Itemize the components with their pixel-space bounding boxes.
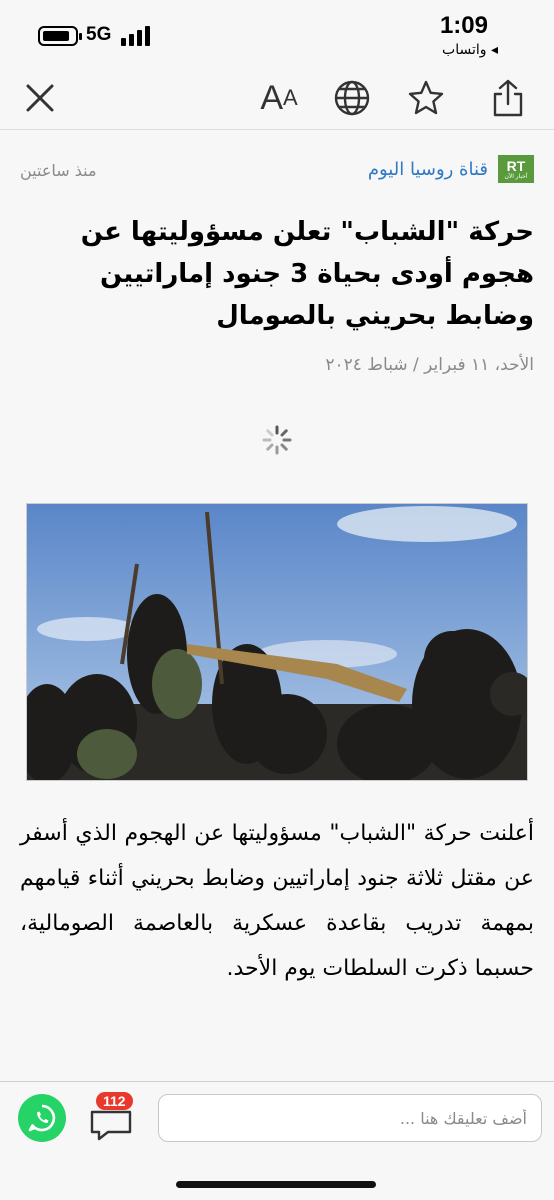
translate-button[interactable] [330, 78, 374, 118]
article-body: أعلنت حركة "الشباب" مسؤوليتها عن الهجوم … [20, 821, 534, 981]
article-toolbar: AA [0, 66, 554, 130]
publish-date: الأحد، ١١ فبراير / شباط ٢٠٢٤ [325, 355, 534, 375]
font-size-button[interactable]: AA [254, 78, 304, 118]
source-name: قناة روسيا اليوم [367, 158, 488, 180]
article-headline: حركة "الشباب" تعلن مسؤوليتها عن هجوم أود… [80, 217, 534, 331]
close-button[interactable] [20, 78, 60, 118]
star-icon [408, 80, 444, 115]
article-meta: RT أخبار الآن قناة روسيا اليوم منذ ساعتي… [20, 155, 534, 189]
back-to-app-link[interactable]: ◂ واتساب [442, 42, 498, 58]
font-size-big-label: A [260, 78, 283, 117]
share-icon [493, 79, 523, 117]
rt-logo-text: RT [506, 157, 526, 174]
status-bar: 5G 1:09 ◂ واتساب [0, 0, 554, 66]
clock: 1:09 [439, 12, 488, 39]
whatsapp-share-button[interactable] [18, 1094, 66, 1142]
comment-input[interactable] [158, 1094, 542, 1142]
comment-count-badge: 112 [96, 1092, 133, 1110]
source-link[interactable]: RT أخبار الآن قناة روسيا اليوم [368, 155, 534, 183]
close-icon [26, 84, 54, 112]
home-indicator [176, 1181, 376, 1188]
font-size-small-label: A [283, 85, 298, 110]
network-type: 5G [86, 24, 112, 45]
time-ago: منذ ساعتين [20, 161, 97, 180]
whatsapp-icon [28, 1104, 56, 1132]
article-photo[interactable] [26, 503, 528, 781]
battery-icon [38, 26, 82, 46]
rt-logo: RT أخبار الآن [498, 155, 534, 183]
share-button[interactable] [486, 78, 530, 118]
article: RT أخبار الآن قناة روسيا اليوم منذ ساعتي… [0, 131, 554, 1081]
globe-icon [334, 80, 370, 116]
rt-logo-subtext: أخبار الآن [504, 173, 528, 180]
bookmark-button[interactable] [404, 78, 448, 118]
loading-spinner-icon [262, 425, 292, 455]
signal-icon [121, 26, 151, 46]
